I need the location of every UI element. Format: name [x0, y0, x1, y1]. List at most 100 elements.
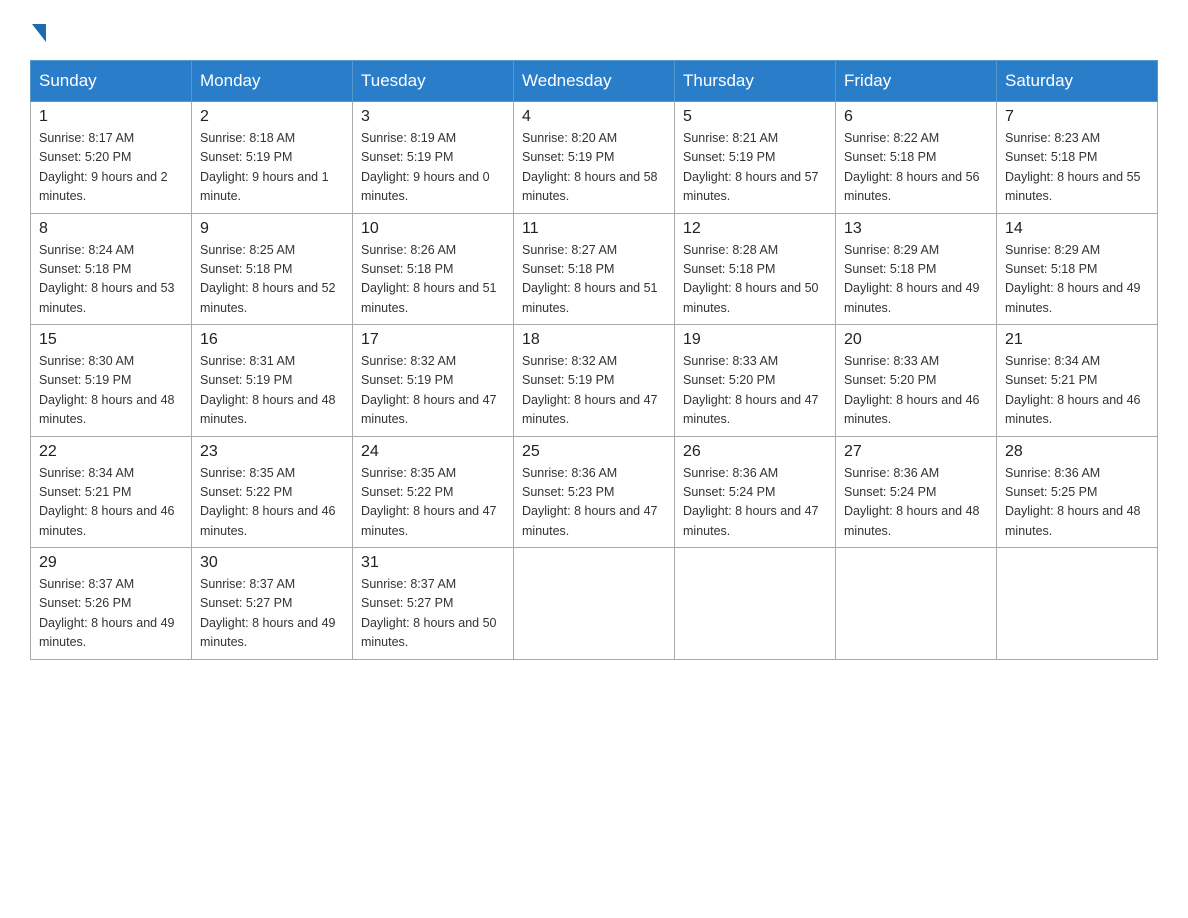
weekday-header-friday: Friday [836, 61, 997, 102]
day-number: 2 [200, 108, 344, 126]
day-number: 3 [361, 108, 505, 126]
calendar-cell: 21 Sunrise: 8:34 AMSunset: 5:21 PMDayligh… [997, 325, 1158, 437]
weekday-header-thursday: Thursday [675, 61, 836, 102]
calendar-cell: 31Sunrise: 8:37 AMSunset: 5:27 PMDayligh… [353, 548, 514, 660]
calendar-cell: 24Sunrise: 8:35 AMSunset: 5:22 PMDayligh… [353, 436, 514, 548]
calendar-cell: 28 Sunrise: 8:36 AMSunset: 5:25 PMDayligh… [997, 436, 1158, 548]
day-info: Sunrise: 8:27 AMSunset: 5:18 PMDaylight:… [522, 241, 666, 319]
day-info: Sunrise: 8:36 AMSunset: 5:24 PMDaylight:… [844, 464, 988, 542]
day-info: Sunrise: 8:30 AMSunset: 5:19 PMDaylight:… [39, 352, 183, 430]
day-number: 20 [844, 331, 988, 349]
weekday-header-monday: Monday [192, 61, 353, 102]
day-number: 7 [1005, 108, 1149, 126]
day-info: Sunrise: 8:29 AMSunset: 5:18 PMDaylight:… [844, 241, 988, 319]
day-info: Sunrise: 8:29 AMSunset: 5:18 PMDaylight:… [1005, 241, 1149, 319]
page-header [30, 20, 1158, 40]
day-info: Sunrise: 8:34 AMSunset: 5:21 PMDaylight:… [39, 464, 183, 542]
logo-arrow-icon [32, 24, 46, 42]
calendar-cell: 23Sunrise: 8:35 AMSunset: 5:22 PMDayligh… [192, 436, 353, 548]
weekday-header-row: SundayMondayTuesdayWednesdayThursdayFrid… [31, 61, 1158, 102]
day-number: 28 [1005, 443, 1149, 461]
calendar-cell [836, 548, 997, 660]
calendar-cell: 6 Sunrise: 8:22 AMSunset: 5:18 PMDaylight… [836, 102, 997, 214]
day-info: Sunrise: 8:36 AMSunset: 5:24 PMDaylight:… [683, 464, 827, 542]
calendar-cell: 14 Sunrise: 8:29 AMSunset: 5:18 PMDayligh… [997, 213, 1158, 325]
weekday-header-saturday: Saturday [997, 61, 1158, 102]
day-info: Sunrise: 8:21 AMSunset: 5:19 PMDaylight:… [683, 129, 827, 207]
calendar-cell: 11 Sunrise: 8:27 AMSunset: 5:18 PMDayligh… [514, 213, 675, 325]
week-row-5: 29 Sunrise: 8:37 AMSunset: 5:26 PMDayligh… [31, 548, 1158, 660]
calendar-cell: 13 Sunrise: 8:29 AMSunset: 5:18 PMDayligh… [836, 213, 997, 325]
day-info: Sunrise: 8:34 AMSunset: 5:21 PMDaylight:… [1005, 352, 1149, 430]
day-info: Sunrise: 8:33 AMSunset: 5:20 PMDaylight:… [844, 352, 988, 430]
day-number: 21 [1005, 331, 1149, 349]
calendar-cell [514, 548, 675, 660]
day-info: Sunrise: 8:26 AMSunset: 5:18 PMDaylight:… [361, 241, 505, 319]
calendar-cell: 25 Sunrise: 8:36 AMSunset: 5:23 PMDayligh… [514, 436, 675, 548]
day-info: Sunrise: 8:37 AMSunset: 5:27 PMDaylight:… [361, 575, 505, 653]
calendar-cell: 17 Sunrise: 8:32 AMSunset: 5:19 PMDayligh… [353, 325, 514, 437]
day-info: Sunrise: 8:22 AMSunset: 5:18 PMDaylight:… [844, 129, 988, 207]
weekday-header-tuesday: Tuesday [353, 61, 514, 102]
day-number: 19 [683, 331, 827, 349]
calendar-cell: 29 Sunrise: 8:37 AMSunset: 5:26 PMDayligh… [31, 548, 192, 660]
day-number: 17 [361, 331, 505, 349]
day-info: Sunrise: 8:36 AMSunset: 5:25 PMDaylight:… [1005, 464, 1149, 542]
day-number: 8 [39, 220, 183, 238]
calendar-cell: 20 Sunrise: 8:33 AMSunset: 5:20 PMDayligh… [836, 325, 997, 437]
day-number: 30 [200, 554, 344, 572]
calendar-table: SundayMondayTuesdayWednesdayThursdayFrid… [30, 60, 1158, 660]
calendar-cell: 10Sunrise: 8:26 AMSunset: 5:18 PMDayligh… [353, 213, 514, 325]
calendar-cell: 9 Sunrise: 8:25 AMSunset: 5:18 PMDaylight… [192, 213, 353, 325]
day-info: Sunrise: 8:17 AMSunset: 5:20 PMDaylight:… [39, 129, 183, 207]
day-number: 5 [683, 108, 827, 126]
day-number: 4 [522, 108, 666, 126]
calendar-cell [997, 548, 1158, 660]
week-row-1: 1 Sunrise: 8:17 AMSunset: 5:20 PMDaylight… [31, 102, 1158, 214]
day-info: Sunrise: 8:23 AMSunset: 5:18 PMDaylight:… [1005, 129, 1149, 207]
day-number: 6 [844, 108, 988, 126]
day-info: Sunrise: 8:36 AMSunset: 5:23 PMDaylight:… [522, 464, 666, 542]
calendar-cell: 2 Sunrise: 8:18 AMSunset: 5:19 PMDaylight… [192, 102, 353, 214]
calendar-cell: 4 Sunrise: 8:20 AMSunset: 5:19 PMDaylight… [514, 102, 675, 214]
calendar-cell: 16 Sunrise: 8:31 AMSunset: 5:19 PMDayligh… [192, 325, 353, 437]
calendar-cell: 27 Sunrise: 8:36 AMSunset: 5:24 PMDayligh… [836, 436, 997, 548]
day-number: 13 [844, 220, 988, 238]
day-info: Sunrise: 8:20 AMSunset: 5:19 PMDaylight:… [522, 129, 666, 207]
day-number: 14 [1005, 220, 1149, 238]
day-number: 9 [200, 220, 344, 238]
calendar-cell: 1 Sunrise: 8:17 AMSunset: 5:20 PMDaylight… [31, 102, 192, 214]
day-number: 25 [522, 443, 666, 461]
calendar-cell: 3 Sunrise: 8:19 AMSunset: 5:19 PMDaylight… [353, 102, 514, 214]
day-info: Sunrise: 8:24 AMSunset: 5:18 PMDaylight:… [39, 241, 183, 319]
calendar-cell: 8 Sunrise: 8:24 AMSunset: 5:18 PMDaylight… [31, 213, 192, 325]
day-number: 29 [39, 554, 183, 572]
day-info: Sunrise: 8:37 AMSunset: 5:26 PMDaylight:… [39, 575, 183, 653]
day-info: Sunrise: 8:19 AMSunset: 5:19 PMDaylight:… [361, 129, 505, 207]
day-info: Sunrise: 8:25 AMSunset: 5:18 PMDaylight:… [200, 241, 344, 319]
day-number: 16 [200, 331, 344, 349]
day-number: 26 [683, 443, 827, 461]
day-number: 11 [522, 220, 666, 238]
logo [30, 20, 46, 40]
calendar-cell: 26 Sunrise: 8:36 AMSunset: 5:24 PMDayligh… [675, 436, 836, 548]
day-info: Sunrise: 8:32 AMSunset: 5:19 PMDaylight:… [522, 352, 666, 430]
day-number: 24 [361, 443, 505, 461]
week-row-2: 8 Sunrise: 8:24 AMSunset: 5:18 PMDaylight… [31, 213, 1158, 325]
calendar-cell: 19 Sunrise: 8:33 AMSunset: 5:20 PMDayligh… [675, 325, 836, 437]
day-info: Sunrise: 8:32 AMSunset: 5:19 PMDaylight:… [361, 352, 505, 430]
day-number: 18 [522, 331, 666, 349]
week-row-3: 15 Sunrise: 8:30 AMSunset: 5:19 PMDayligh… [31, 325, 1158, 437]
day-info: Sunrise: 8:31 AMSunset: 5:19 PMDaylight:… [200, 352, 344, 430]
weekday-header-sunday: Sunday [31, 61, 192, 102]
day-number: 23 [200, 443, 344, 461]
day-number: 27 [844, 443, 988, 461]
calendar-cell: 12Sunrise: 8:28 AMSunset: 5:18 PMDayligh… [675, 213, 836, 325]
day-number: 1 [39, 108, 183, 126]
day-number: 22 [39, 443, 183, 461]
week-row-4: 22 Sunrise: 8:34 AMSunset: 5:21 PMDayligh… [31, 436, 1158, 548]
day-number: 15 [39, 331, 183, 349]
day-info: Sunrise: 8:33 AMSunset: 5:20 PMDaylight:… [683, 352, 827, 430]
day-info: Sunrise: 8:28 AMSunset: 5:18 PMDaylight:… [683, 241, 827, 319]
day-info: Sunrise: 8:18 AMSunset: 5:19 PMDaylight:… [200, 129, 344, 207]
